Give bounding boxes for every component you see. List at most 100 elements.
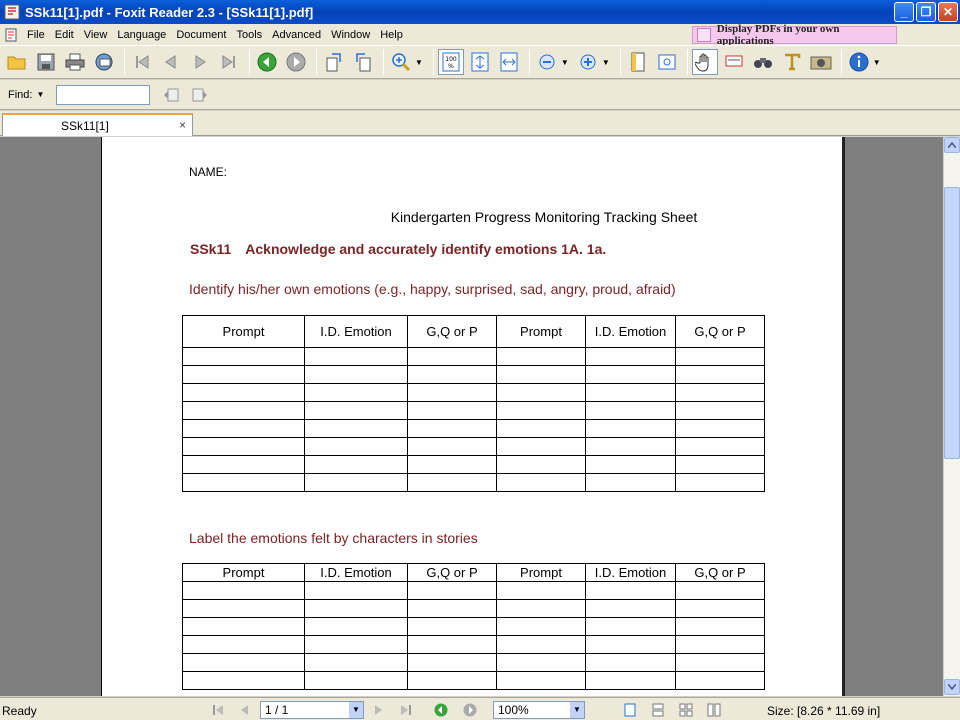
- table-cell: [182, 401, 305, 420]
- snapshot-icon[interactable]: [808, 49, 834, 75]
- table-cell: [675, 473, 765, 492]
- menu-tools[interactable]: Tools: [231, 29, 267, 41]
- select-text-icon[interactable]: [721, 49, 747, 75]
- document-viewport[interactable]: NAME: Kindergarten Progress Monitoring T…: [0, 137, 943, 696]
- table-row: [182, 473, 765, 492]
- fit-width-icon[interactable]: [496, 49, 522, 75]
- zoom-out-circle-icon[interactable]: [534, 49, 560, 75]
- name-label: NAME:: [189, 165, 228, 179]
- menu-edit[interactable]: Edit: [50, 29, 79, 41]
- table-cell: [407, 383, 497, 402]
- status-last-page-icon[interactable]: [398, 703, 414, 717]
- table-cell: [407, 617, 497, 636]
- go-back-icon[interactable]: [254, 49, 280, 75]
- standard-text: Acknowledge and accurately identify emot…: [245, 241, 607, 257]
- scroll-up-button[interactable]: [944, 137, 960, 153]
- info-icon[interactable]: [846, 49, 872, 75]
- ad-banner[interactable]: Display PDFs in your own applications: [692, 23, 897, 47]
- close-tab-icon[interactable]: ×: [179, 118, 186, 132]
- status-previous-page-icon[interactable]: [236, 703, 252, 717]
- column-header: G,Q or P: [675, 563, 765, 582]
- typewriter-icon[interactable]: [779, 49, 805, 75]
- vertical-scrollbar[interactable]: [943, 137, 960, 696]
- menu-advanced[interactable]: Advanced: [267, 29, 326, 41]
- table-row: [182, 617, 765, 636]
- email-icon[interactable]: [91, 49, 117, 75]
- full-screen-icon[interactable]: [654, 49, 680, 75]
- zoom-level-value: 100%: [498, 703, 529, 717]
- table-cell: [182, 437, 305, 456]
- document-tab[interactable]: SSk11[1] ×: [2, 113, 193, 136]
- folder-open-icon[interactable]: [4, 49, 30, 75]
- find-options-arrow[interactable]: ▼: [36, 90, 44, 99]
- hand-tool-icon[interactable]: [691, 49, 718, 75]
- table-cell: [304, 581, 408, 600]
- go-forward-icon[interactable]: [283, 49, 309, 75]
- table-cell: [675, 671, 765, 690]
- minimize-button[interactable]: _: [894, 2, 914, 22]
- rotate-left-icon[interactable]: [321, 49, 347, 75]
- status-forward-icon[interactable]: [462, 703, 478, 717]
- find-previous-icon[interactable]: [158, 82, 184, 108]
- two-page-layout-icon[interactable]: [706, 703, 722, 717]
- restore-button[interactable]: ❐: [916, 2, 936, 22]
- find-input[interactable]: [56, 84, 151, 105]
- table-cell: [304, 635, 408, 654]
- column-header: I.D. Emotion: [304, 315, 408, 348]
- column-header: I.D. Emotion: [585, 315, 676, 348]
- status-back-icon[interactable]: [433, 703, 449, 717]
- scroll-down-button[interactable]: [944, 679, 960, 695]
- table-cell: [304, 401, 408, 420]
- info-dropdown-arrow[interactable]: ▼: [873, 58, 881, 67]
- close-window-button[interactable]: ✕: [938, 2, 958, 22]
- document-menu-icon[interactable]: [4, 28, 18, 42]
- menu-help[interactable]: Help: [375, 29, 408, 41]
- table-row: [182, 635, 765, 654]
- save-icon[interactable]: [33, 49, 59, 75]
- status-first-page-icon[interactable]: [210, 703, 226, 717]
- standard-code: SSk11: [190, 241, 232, 257]
- status-next-page-icon[interactable]: [371, 703, 387, 717]
- fit-page-icon[interactable]: [467, 49, 493, 75]
- zoom-in-dropdown-arrow[interactable]: ▼: [602, 58, 610, 67]
- column-header: Prompt: [496, 315, 586, 348]
- svg-text:100: 100: [445, 56, 457, 63]
- menu-view[interactable]: View: [79, 29, 113, 41]
- rotate-right-icon[interactable]: [350, 49, 376, 75]
- zoom-in-icon[interactable]: [388, 49, 414, 75]
- previous-page-icon[interactable]: [158, 49, 184, 75]
- zoom-out-dropdown-arrow[interactable]: ▼: [561, 58, 569, 67]
- print-icon[interactable]: [62, 49, 88, 75]
- menu-language[interactable]: Language: [112, 29, 171, 41]
- ad-banner-text: Display PDFs in your own applications: [716, 23, 840, 47]
- table-cell: [182, 473, 305, 492]
- single-page-layout-icon[interactable]: [622, 703, 638, 717]
- continuous-layout-icon[interactable]: [650, 703, 666, 717]
- next-page-icon[interactable]: [187, 49, 213, 75]
- window-title: SSk11[1].pdf - Foxit Reader 2.3 - [SSk11…: [25, 4, 314, 20]
- last-page-icon[interactable]: [216, 49, 242, 75]
- menu-document[interactable]: Document: [171, 29, 231, 41]
- table-row: [182, 437, 765, 456]
- find-binoculars-icon[interactable]: [750, 49, 776, 75]
- menu-file[interactable]: File: [22, 29, 50, 41]
- table-cell: [496, 599, 586, 618]
- actual-size-icon[interactable]: 100%: [437, 49, 464, 75]
- single-page-icon[interactable]: [625, 49, 651, 75]
- svg-text:%: %: [448, 63, 454, 70]
- scrollbar-thumb[interactable]: [944, 187, 960, 459]
- zoom-level-dropdown-arrow[interactable]: ▼: [570, 702, 584, 718]
- zoom-in-circle-icon[interactable]: [575, 49, 601, 75]
- table-cell: [496, 419, 586, 438]
- zoom-dropdown-arrow[interactable]: ▼: [415, 58, 423, 67]
- page-number-field[interactable]: 1 / 1 ▼: [260, 701, 364, 719]
- facing-layout-icon[interactable]: [678, 703, 694, 717]
- find-next-icon[interactable]: [187, 82, 213, 108]
- standard-heading: SSk11 Acknowledge and accurately identify…: [190, 241, 606, 257]
- table-cell: [182, 617, 305, 636]
- tracking-table-story-emotions: Prompt I.D. Emotion G,Q or P Prompt I.D.…: [182, 563, 765, 690]
- zoom-level-field[interactable]: 100% ▼: [493, 701, 585, 719]
- first-page-icon[interactable]: [129, 49, 155, 75]
- page-dropdown-arrow[interactable]: ▼: [349, 702, 363, 718]
- menu-window[interactable]: Window: [326, 29, 375, 41]
